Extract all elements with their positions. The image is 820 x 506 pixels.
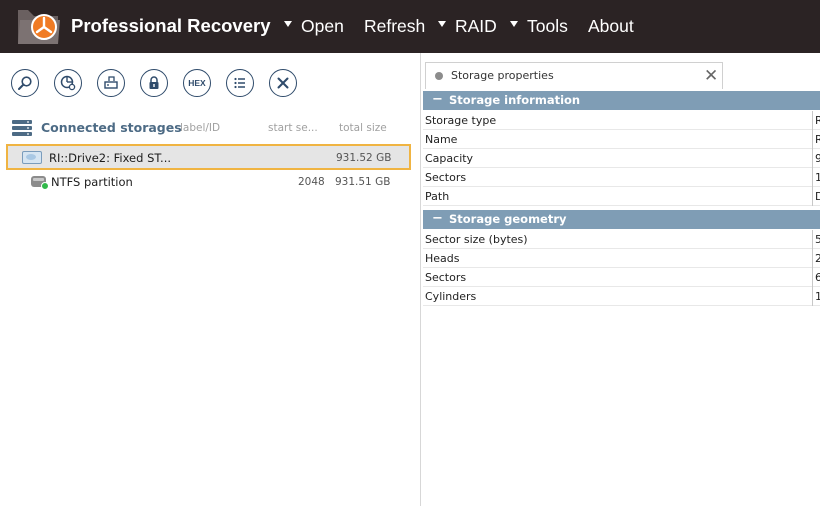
tools-dropdown-arrow-icon[interactable] <box>510 21 518 27</box>
column-divider <box>812 149 813 168</box>
property-value: 5 <box>815 233 820 246</box>
section-storage-information[interactable]: − Storage information <box>423 91 820 110</box>
tab-close-icon[interactable]: ✕ <box>704 66 718 86</box>
properties-pane: Storage properties ✕ − Storage informati… <box>421 53 820 506</box>
column-divider <box>812 249 813 268</box>
list-button[interactable] <box>226 69 254 97</box>
app-title: Professional Recovery <box>71 15 271 36</box>
menu-refresh[interactable]: Refresh <box>364 16 425 37</box>
section-title: Storage geometry <box>449 212 567 226</box>
column-divider <box>812 187 813 206</box>
section-storage-geometry[interactable]: − Storage geometry <box>423 210 820 229</box>
property-value: 1 <box>815 290 820 303</box>
open-dropdown-arrow-icon[interactable] <box>284 21 292 27</box>
tab-storage-properties[interactable]: Storage properties ✕ <box>425 62 723 89</box>
property-name: Sector size (bytes) <box>425 233 528 246</box>
property-value: 1 <box>815 171 820 184</box>
section-title: Storage information <box>449 93 581 107</box>
status-ok-icon <box>41 182 49 190</box>
property-name: Path <box>425 190 450 203</box>
property-row[interactable]: Path D <box>423 187 820 206</box>
storage-row-drive[interactable]: RI::Drive2: Fixed ST... 931.52 GB <box>6 144 411 170</box>
search-icon <box>18 76 32 90</box>
menu-raid[interactable]: RAID <box>455 16 497 37</box>
app-logo-icon <box>18 10 60 44</box>
create-image-button[interactable] <box>97 69 125 97</box>
column-header-label[interactable]: label/ID <box>180 122 220 134</box>
partition-total-size: 931.51 GB <box>335 176 391 188</box>
property-name: Capacity <box>425 152 474 165</box>
image-icon <box>104 76 118 89</box>
storages-icon <box>12 120 32 136</box>
column-divider <box>812 268 813 287</box>
storages-pane: HEX Connected storages label/ID start se… <box>0 62 420 506</box>
property-name: Sectors <box>425 171 467 184</box>
column-header-total[interactable]: total size <box>339 122 387 134</box>
title-bar: Professional Recovery Open Refresh RAID … <box>0 0 820 53</box>
partition-name: NTFS partition <box>51 175 133 189</box>
close-icon <box>277 77 289 89</box>
column-divider <box>812 111 813 130</box>
property-row[interactable]: Capacity 9 <box>423 149 820 168</box>
tab-status-icon <box>435 72 443 80</box>
property-row[interactable]: Storage type R <box>423 111 820 130</box>
menu-tools[interactable]: Tools <box>527 16 568 37</box>
storage-row-partition[interactable]: NTFS partition 2048 931.51 GB <box>0 171 412 193</box>
property-name: Heads <box>425 252 460 265</box>
property-name: Storage type <box>425 114 497 127</box>
property-name: Cylinders <box>425 290 477 303</box>
property-row[interactable]: Heads 2 <box>423 249 820 268</box>
raid-dropdown-arrow-icon[interactable] <box>438 21 446 27</box>
list-icon <box>234 77 245 89</box>
column-divider <box>812 130 813 149</box>
property-value: 9 <box>815 152 820 165</box>
property-row[interactable]: Sectors 6 <box>423 268 820 287</box>
scan-icon <box>60 75 76 91</box>
storages-title: Connected storages <box>41 120 182 135</box>
column-header-start[interactable]: start se... <box>268 122 318 134</box>
close-storage-button[interactable] <box>269 69 297 97</box>
lock-button[interactable] <box>140 69 168 97</box>
property-row[interactable]: Sector size (bytes) 5 <box>423 230 820 249</box>
collapse-icon[interactable]: − <box>432 211 443 226</box>
property-row[interactable]: Name R <box>423 130 820 149</box>
property-value: 6 <box>815 271 820 284</box>
hex-icon: HEX <box>188 78 206 88</box>
collapse-icon[interactable]: − <box>432 92 443 107</box>
menu-open[interactable]: Open <box>301 16 344 37</box>
column-divider <box>812 287 813 306</box>
property-value: D <box>815 190 820 203</box>
column-divider <box>812 230 813 249</box>
storage-name: RI::Drive2: Fixed ST... <box>49 151 172 165</box>
property-name: Name <box>425 133 458 146</box>
column-divider <box>812 168 813 187</box>
scan-button[interactable] <box>54 69 82 97</box>
partition-icon <box>31 176 49 190</box>
tab-label: Storage properties <box>451 69 554 82</box>
hard-drive-icon <box>22 151 42 164</box>
property-row[interactable]: Cylinders 1 <box>423 287 820 306</box>
property-value: 2 <box>815 252 820 265</box>
property-row[interactable]: Sectors 1 <box>423 168 820 187</box>
storage-total-size: 931.52 GB <box>336 152 392 164</box>
find-button[interactable] <box>11 69 39 97</box>
hex-viewer-button[interactable]: HEX <box>183 69 211 97</box>
menu-about[interactable]: About <box>588 16 634 37</box>
property-name: Sectors <box>425 271 467 284</box>
partition-start: 2048 <box>298 176 325 188</box>
property-value: R <box>815 133 820 146</box>
lock-icon <box>149 76 159 89</box>
property-value: R <box>815 114 820 127</box>
